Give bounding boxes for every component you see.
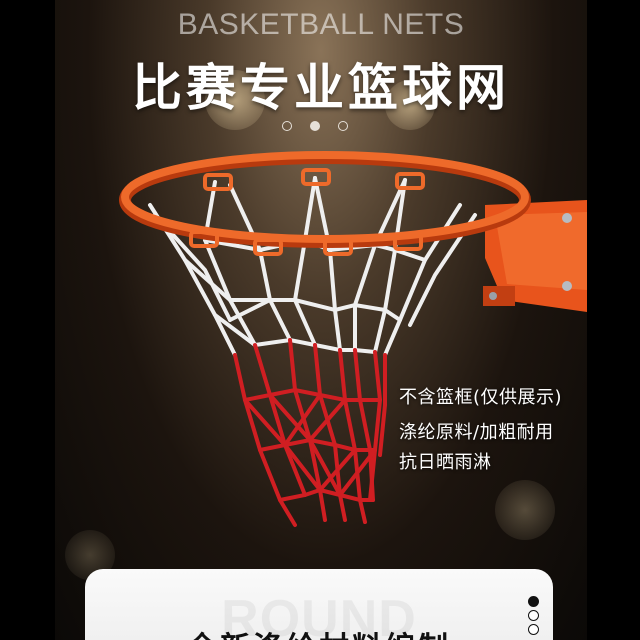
pager-dot-2[interactable]	[528, 610, 539, 621]
pager-dot-3[interactable]	[528, 624, 539, 635]
rim	[119, 151, 531, 256]
bottom-card: ROUND 全新涤纶材料编制	[85, 569, 553, 640]
pager-dot-1[interactable]	[528, 596, 539, 607]
card-headline: 全新涤纶材料编制	[85, 623, 553, 640]
side-pager	[528, 596, 539, 635]
product-banner: BASKETBALL NETS 比赛专业篮球网 不含篮框(仅供展示) 涤纶原料/…	[55, 0, 587, 640]
feature-no-rim: 不含篮框(仅供展示)	[399, 387, 563, 408]
net-white	[148, 176, 477, 357]
feature-material: 涤纶原料/加粗耐用	[399, 422, 554, 443]
net-red	[233, 338, 387, 527]
feature-weatherproof: 抗日晒雨淋	[399, 452, 492, 473]
basketball-hoop-image	[119, 151, 587, 527]
